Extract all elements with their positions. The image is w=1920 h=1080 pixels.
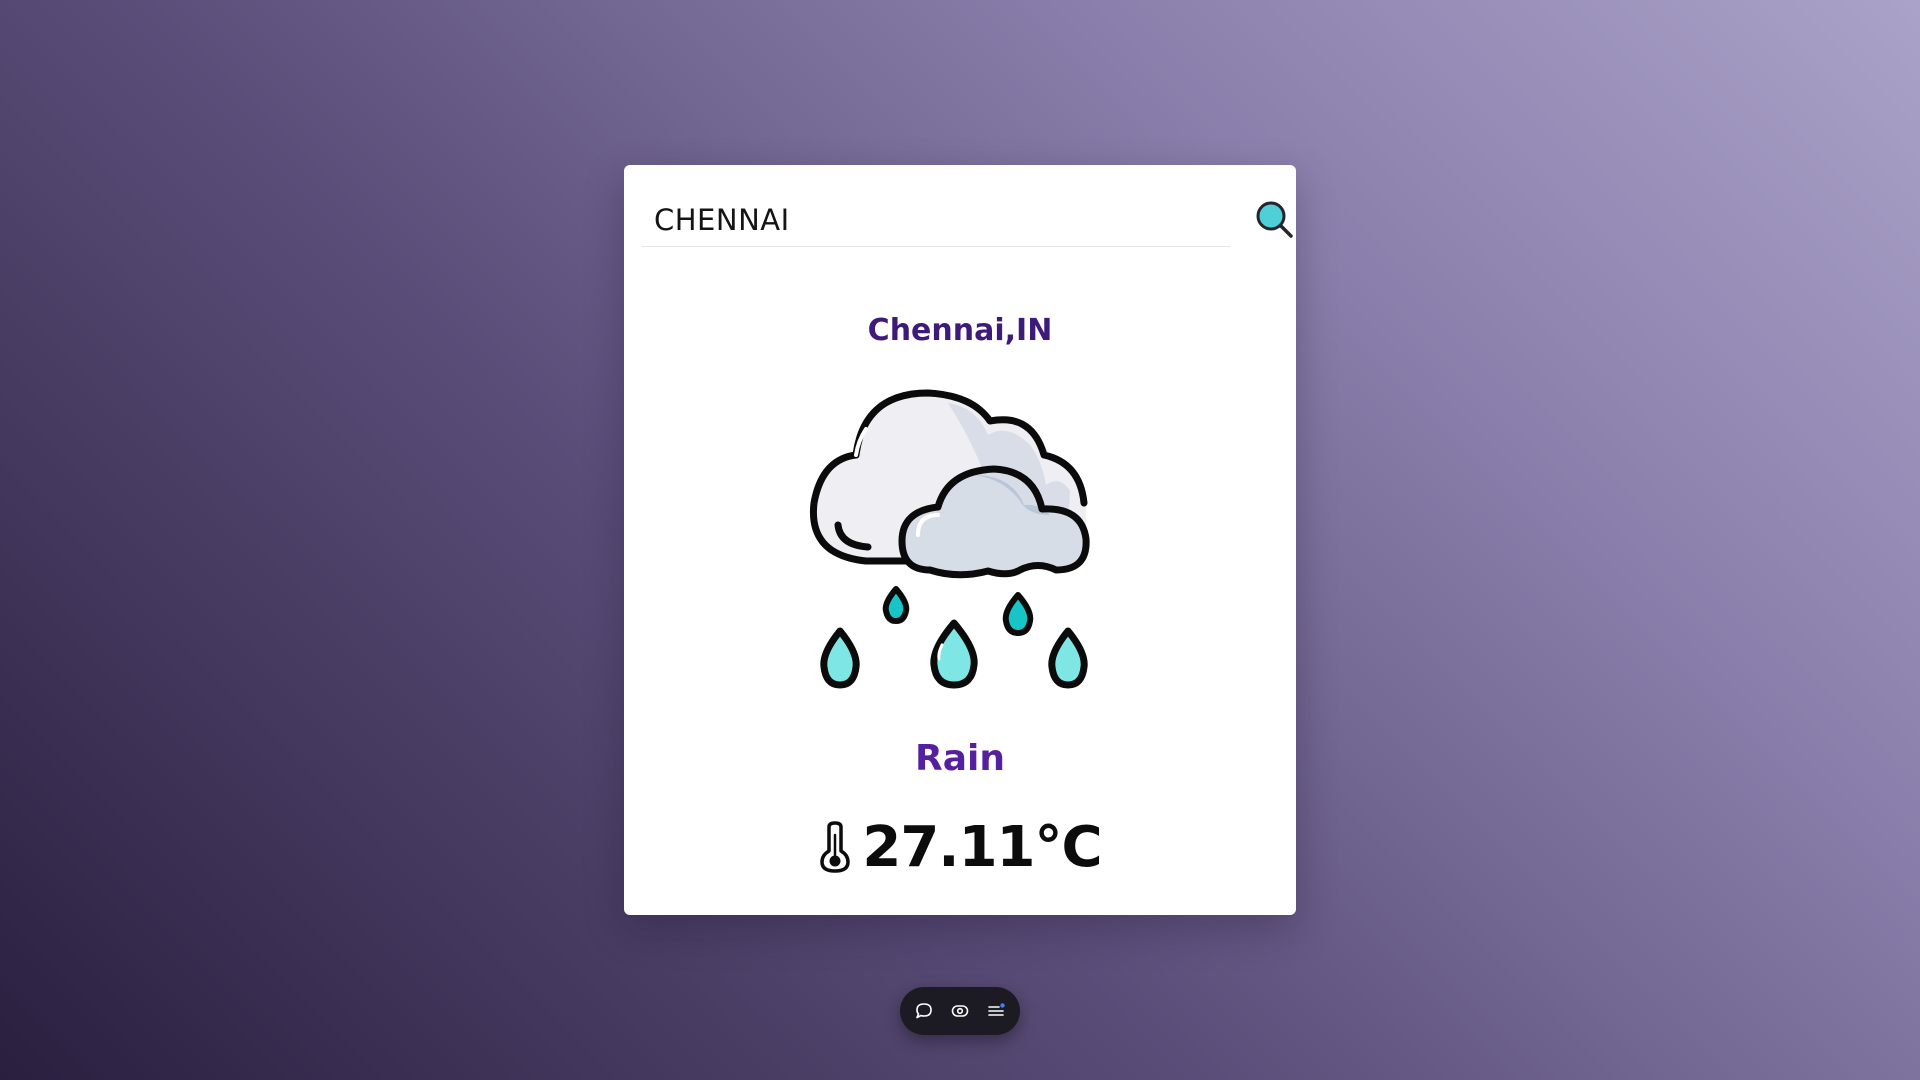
location-label: Chennai,IN bbox=[867, 313, 1053, 348]
menu-icon bbox=[988, 1003, 1005, 1016]
thermometer-icon bbox=[820, 821, 851, 873]
city-search-input[interactable] bbox=[642, 193, 1230, 247]
temperature-value: 27.11°C bbox=[862, 814, 1102, 880]
search-button[interactable] bbox=[1254, 199, 1296, 241]
menu-button[interactable] bbox=[978, 993, 1014, 1029]
comment-icon bbox=[916, 1003, 932, 1019]
search-bar bbox=[642, 193, 1293, 249]
floating-toolbar bbox=[900, 987, 1020, 1035]
weather-condition: Rain bbox=[915, 738, 1005, 779]
comment-button[interactable] bbox=[906, 993, 942, 1029]
notification-dot bbox=[1000, 1003, 1005, 1008]
preview-button[interactable] bbox=[942, 993, 978, 1029]
temperature-row: 27.11°C bbox=[624, 812, 1296, 882]
search-icon bbox=[1256, 201, 1293, 238]
cloud-rain-icon bbox=[809, 389, 1090, 689]
eye-icon bbox=[951, 1005, 969, 1017]
weather-card: Chennai,IN Rain 27.11°C bbox=[624, 165, 1296, 915]
